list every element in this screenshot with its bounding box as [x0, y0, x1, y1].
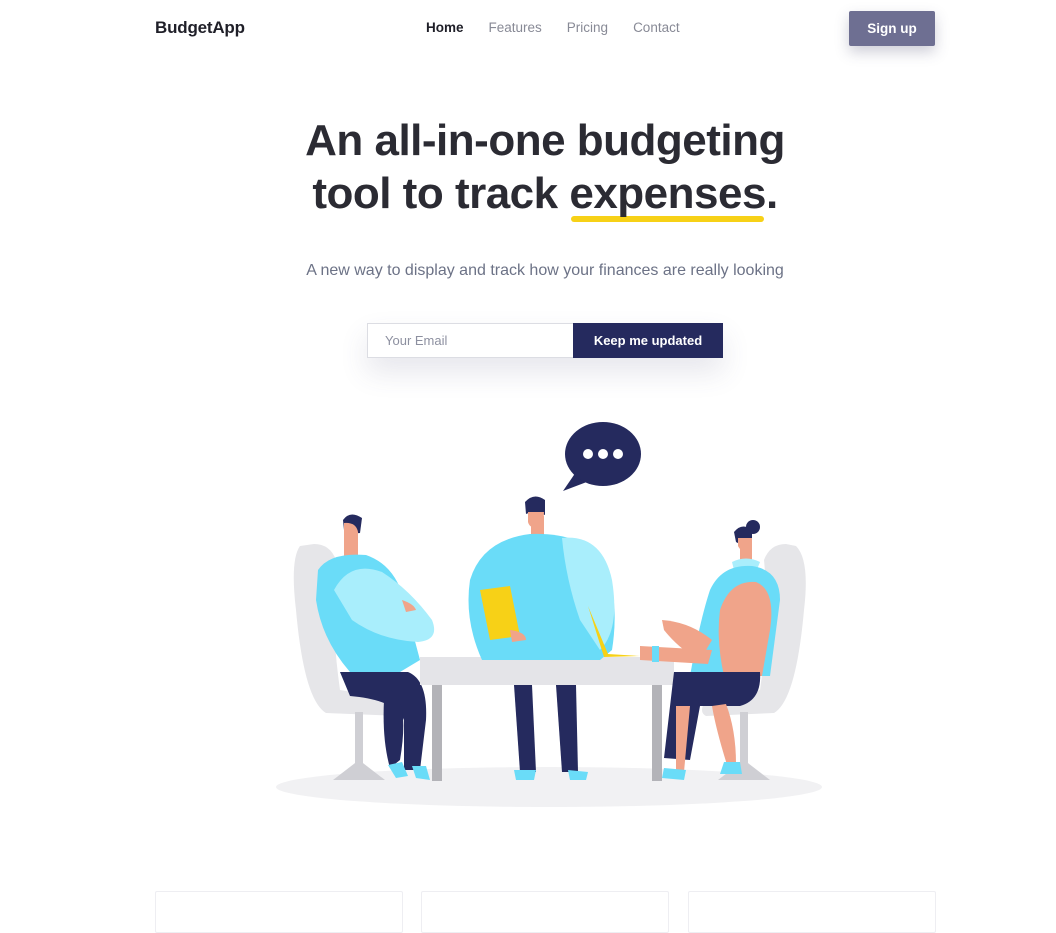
nav-link-home[interactable]: Home	[426, 20, 464, 35]
headline-period: .	[765, 169, 778, 218]
speech-bubble-ellipsis-icon	[563, 422, 641, 491]
feature-card-1	[155, 891, 403, 933]
newsletter-form: Keep me updated	[367, 323, 723, 358]
nav-link-pricing[interactable]: Pricing	[567, 20, 608, 35]
headline-line-2: tool to track	[312, 169, 570, 218]
brand-logo[interactable]: BudgetApp	[155, 18, 245, 38]
feature-card-3	[688, 891, 936, 933]
middle-person	[468, 496, 640, 780]
nav-link-features[interactable]: Features	[489, 20, 542, 35]
headline-highlight: expenses	[569, 169, 766, 222]
navbar: BudgetApp Home Features Pricing Contact …	[0, 0, 1056, 58]
feature-card-2	[421, 891, 669, 933]
left-person	[316, 514, 435, 780]
signup-button[interactable]: Sign up	[849, 11, 935, 46]
nav-link-contact[interactable]: Contact	[633, 20, 680, 35]
nav-links: Home Features Pricing Contact	[426, 20, 705, 35]
keep-me-updated-button[interactable]: Keep me updated	[573, 323, 723, 358]
email-input[interactable]	[367, 323, 573, 358]
hero-headline: An all-in-one budgeting tool to track ex…	[0, 114, 1056, 222]
meeting-table	[420, 657, 674, 781]
headline-line-1: An all-in-one budgeting	[305, 116, 785, 165]
team-meeting-illustration	[276, 422, 822, 807]
hero-subtitle: A new way to display and track how your …	[306, 262, 784, 279]
